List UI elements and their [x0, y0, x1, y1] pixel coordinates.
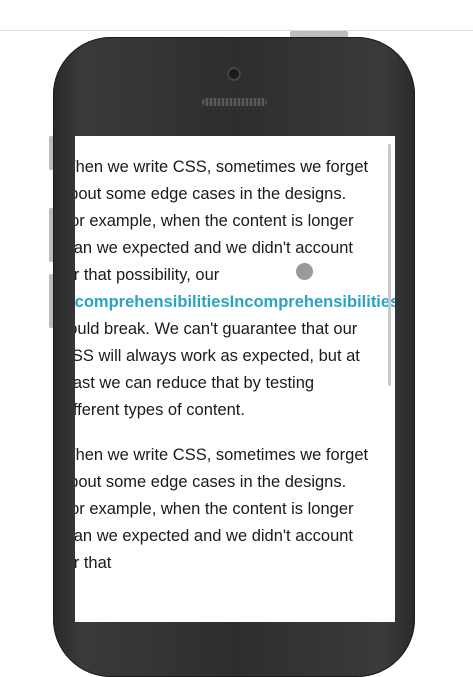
top-bar [0, 0, 473, 31]
paragraph-2: When we write CSS, sometimes we forget a… [75, 442, 370, 577]
paragraph-1-after: could break. We can't guarantee that our… [75, 320, 360, 419]
paragraph-1-before: When we write CSS, sometimes we forget a… [75, 158, 369, 284]
paragraph-1: When we write CSS, sometimes we forget a… [75, 154, 395, 424]
phone-screen[interactable]: When we write CSS, sometimes we forget a… [75, 136, 395, 622]
paragraph-2-before: When we write CSS, sometimes we forget a… [75, 446, 369, 572]
scrollbar[interactable] [388, 144, 391, 386]
camera-icon [227, 67, 241, 81]
long-word: IncomprehensibilitiesIncomprehensibiliti… [75, 293, 395, 311]
speaker-grille [202, 98, 267, 106]
touch-cursor-icon [296, 263, 313, 280]
article-content: When we write CSS, sometimes we forget a… [75, 154, 395, 595]
